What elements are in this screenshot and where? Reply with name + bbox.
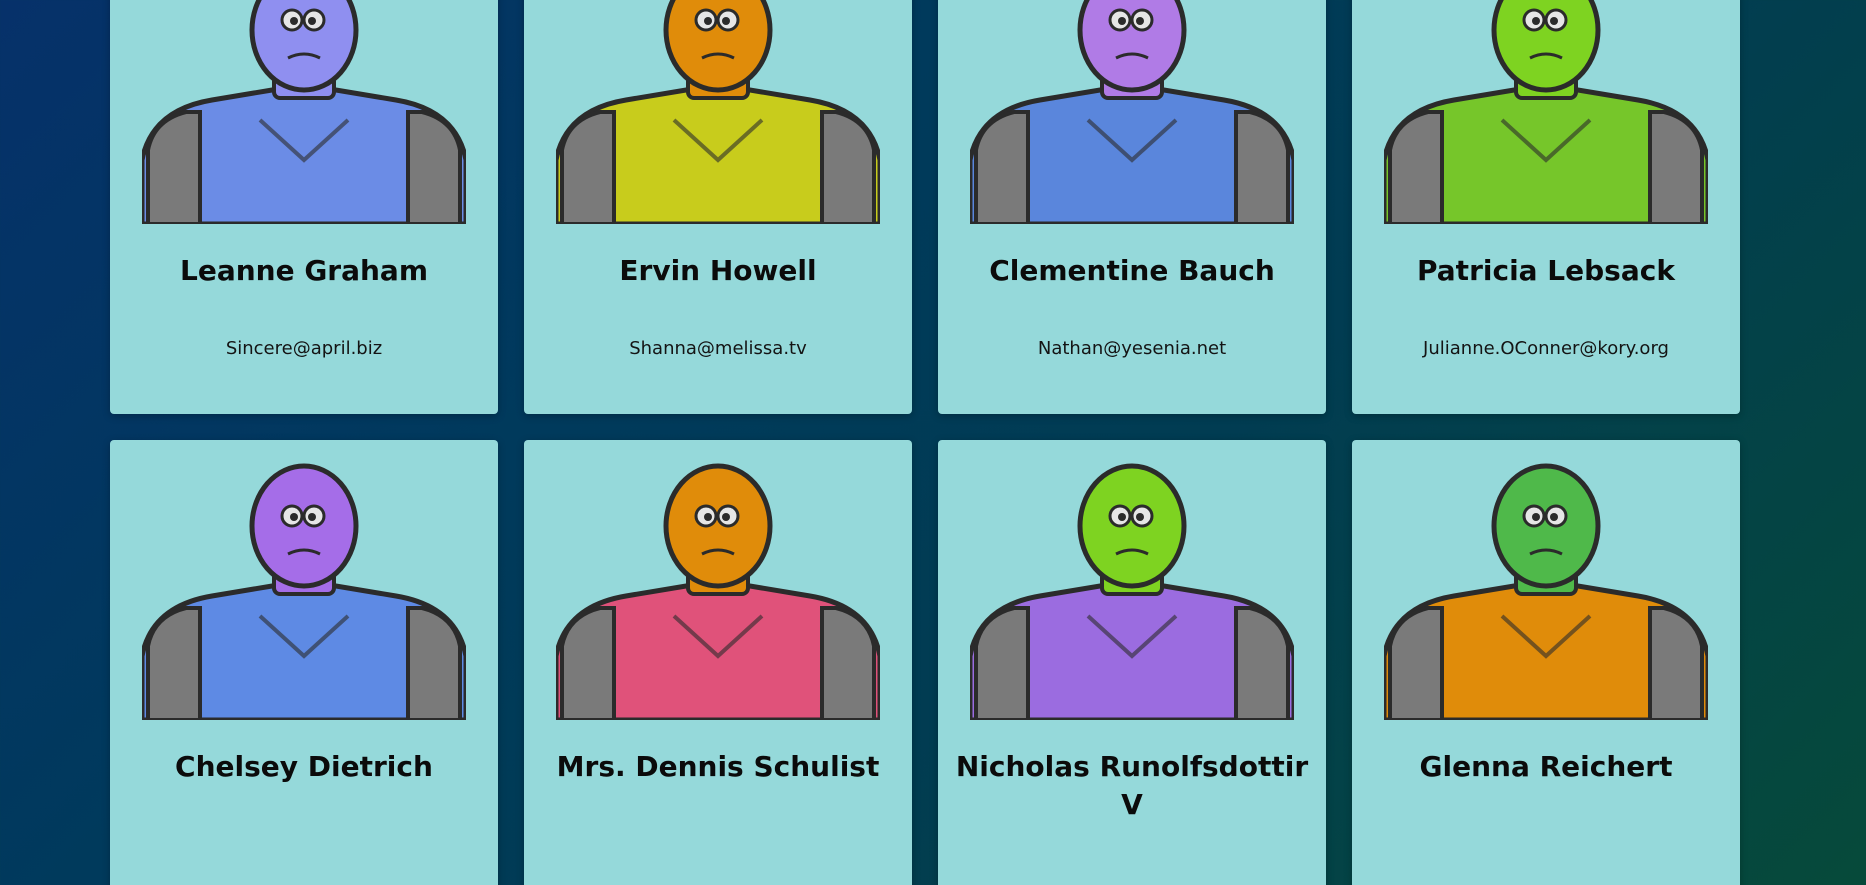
user-card[interactable]: Glenna Reichert — [1352, 440, 1740, 885]
user-card[interactable]: Mrs. Dennis Schulist — [524, 440, 912, 885]
user-name: Leanne Graham — [179, 254, 429, 287]
robot-avatar-icon — [1384, 456, 1708, 720]
robot-avatar-icon — [970, 0, 1294, 224]
robot-avatar-icon — [142, 456, 466, 720]
user-name: Clementine Bauch — [989, 254, 1275, 287]
robot-avatar-icon — [142, 0, 466, 224]
user-name: Patricia Lebsack — [1417, 254, 1675, 287]
user-card[interactable]: Nicholas Runolfsdottir V — [938, 440, 1326, 885]
user-email: Nathan@yesenia.net — [1037, 338, 1227, 359]
robot-avatar-icon — [970, 456, 1294, 720]
robot-card-grid: Leanne Graham Sincere@april.biz Ervin Ho… — [110, 0, 1740, 885]
user-name: Mrs. Dennis Schulist — [556, 750, 880, 783]
user-card[interactable]: Ervin Howell Shanna@melissa.tv — [524, 0, 912, 414]
user-card[interactable]: Leanne Graham Sincere@april.biz — [110, 0, 498, 414]
user-email: Sincere@april.biz — [225, 338, 383, 359]
user-name: Nicholas Runolfsdottir V — [955, 750, 1309, 821]
user-name: Ervin Howell — [619, 254, 817, 287]
user-card[interactable]: Patricia Lebsack Julianne.OConner@kory.o… — [1352, 0, 1740, 414]
user-card[interactable]: Chelsey Dietrich — [110, 440, 498, 885]
user-email: Julianne.OConner@kory.org — [1423, 338, 1669, 359]
user-name: Chelsey Dietrich — [175, 750, 433, 783]
robot-avatar-icon — [1384, 0, 1708, 224]
robot-avatar-icon — [556, 456, 880, 720]
user-card[interactable]: Clementine Bauch Nathan@yesenia.net — [938, 0, 1326, 414]
user-name: Glenna Reichert — [1419, 750, 1673, 783]
robot-avatar-icon — [556, 0, 880, 224]
user-email: Shanna@melissa.tv — [629, 338, 807, 359]
